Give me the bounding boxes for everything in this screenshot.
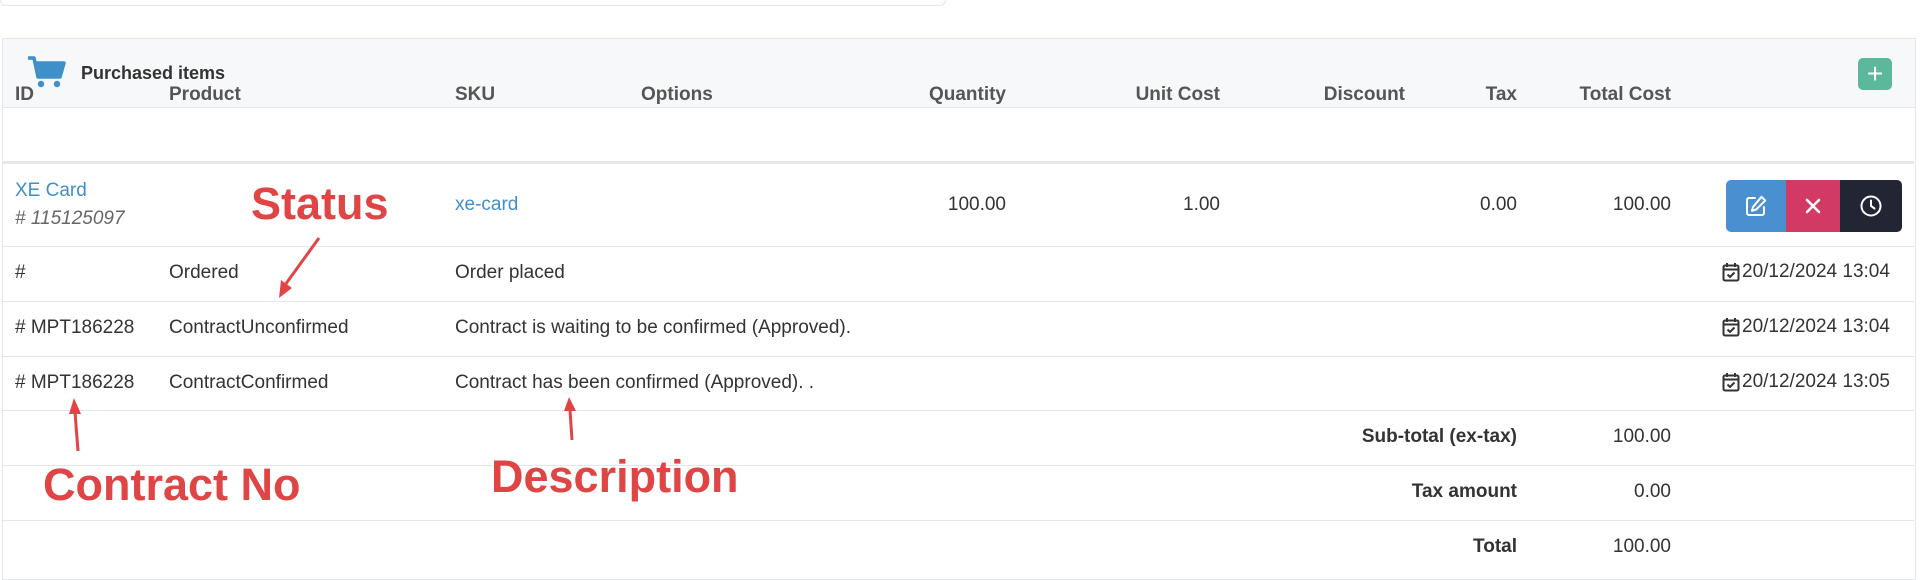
annotation-status: Status xyxy=(251,178,389,229)
status-row-3-description: Contract has been confirmed (Approved). … xyxy=(455,372,815,393)
calendar-check-icon xyxy=(1722,318,1740,337)
status-row-2-date: 20/12/2024 13:04 xyxy=(1722,316,1890,338)
edit-item-button[interactable] xyxy=(1726,180,1786,232)
status-row-1-contract: # xyxy=(15,262,26,283)
row-divider xyxy=(2,301,1914,302)
panel-title: Purchased items xyxy=(81,63,226,83)
status-row-3-date-text: 20/12/2024 13:05 xyxy=(1742,371,1890,392)
item-sku-link[interactable]: xe-card xyxy=(455,194,518,216)
header-sku: SKU xyxy=(455,84,496,105)
header-tax: Tax xyxy=(1485,84,1517,105)
status-row-1-date-text: 20/12/2024 13:04 xyxy=(1742,261,1890,282)
status-row-2-date-text: 20/12/2024 13:04 xyxy=(1742,316,1890,337)
header-product: Product xyxy=(169,84,241,105)
delete-item-button[interactable] xyxy=(1786,180,1840,232)
total-value: 100.00 xyxy=(1612,536,1671,557)
header-unit-cost: Unit Cost xyxy=(1135,84,1220,105)
status-row-2-description: Contract is waiting to be confirmed (App… xyxy=(455,317,852,338)
status-row-2-contract: # MPT186228 xyxy=(15,317,135,338)
subtotal-value: 100.00 xyxy=(1612,426,1671,447)
close-icon xyxy=(1805,198,1821,214)
header-discount: Discount xyxy=(1323,84,1405,105)
annotation-description: Description xyxy=(491,451,739,502)
annotation-contract-no: Contract No xyxy=(43,459,301,510)
header-quantity: Quantity xyxy=(928,84,1006,105)
item-actions xyxy=(1726,180,1902,232)
add-item-button[interactable]: + xyxy=(1858,58,1892,90)
clock-icon xyxy=(1860,195,1882,217)
status-row-3-date: 20/12/2024 13:05 xyxy=(1722,371,1890,393)
item-total-cost: 100.00 xyxy=(1612,194,1671,215)
tax-amount-value: 0.00 xyxy=(1634,481,1671,502)
total-label: Total xyxy=(1473,536,1517,557)
status-row-1-description: Order placed xyxy=(455,262,565,283)
header-total-cost: Total Cost xyxy=(1579,84,1671,105)
status-row-2-status: ContractUnconfirmed xyxy=(169,317,349,338)
edit-icon xyxy=(1746,195,1767,216)
plus-icon: + xyxy=(1866,58,1884,89)
calendar-check-icon xyxy=(1722,373,1740,392)
tax-amount-label: Tax amount xyxy=(1411,481,1517,502)
top-panel-edge xyxy=(0,0,946,6)
history-item-button[interactable] xyxy=(1840,180,1902,232)
calendar-check-icon xyxy=(1722,263,1740,282)
status-row-1-status: Ordered xyxy=(169,262,239,283)
header-options: Options xyxy=(641,84,713,105)
subtotal-label: Sub-total (ex-tax) xyxy=(1361,426,1517,447)
status-row-1-date: 20/12/2024 13:04 xyxy=(1722,261,1890,283)
item-name-link[interactable]: XE Card xyxy=(15,180,87,202)
item-number: # 115125097 xyxy=(15,208,125,229)
row-divider xyxy=(2,520,1914,521)
row-divider xyxy=(2,356,1914,357)
item-tax: 0.00 xyxy=(1480,194,1517,215)
item-quantity: 100.00 xyxy=(947,194,1006,215)
header-divider xyxy=(2,161,1914,164)
row-divider xyxy=(2,410,1914,411)
row-divider xyxy=(2,246,1914,247)
status-row-3-contract: # MPT186228 xyxy=(15,372,135,393)
status-row-3-status: ContractConfirmed xyxy=(169,372,329,393)
header-id: ID xyxy=(15,84,34,105)
item-unit-cost: 1.00 xyxy=(1183,194,1220,215)
